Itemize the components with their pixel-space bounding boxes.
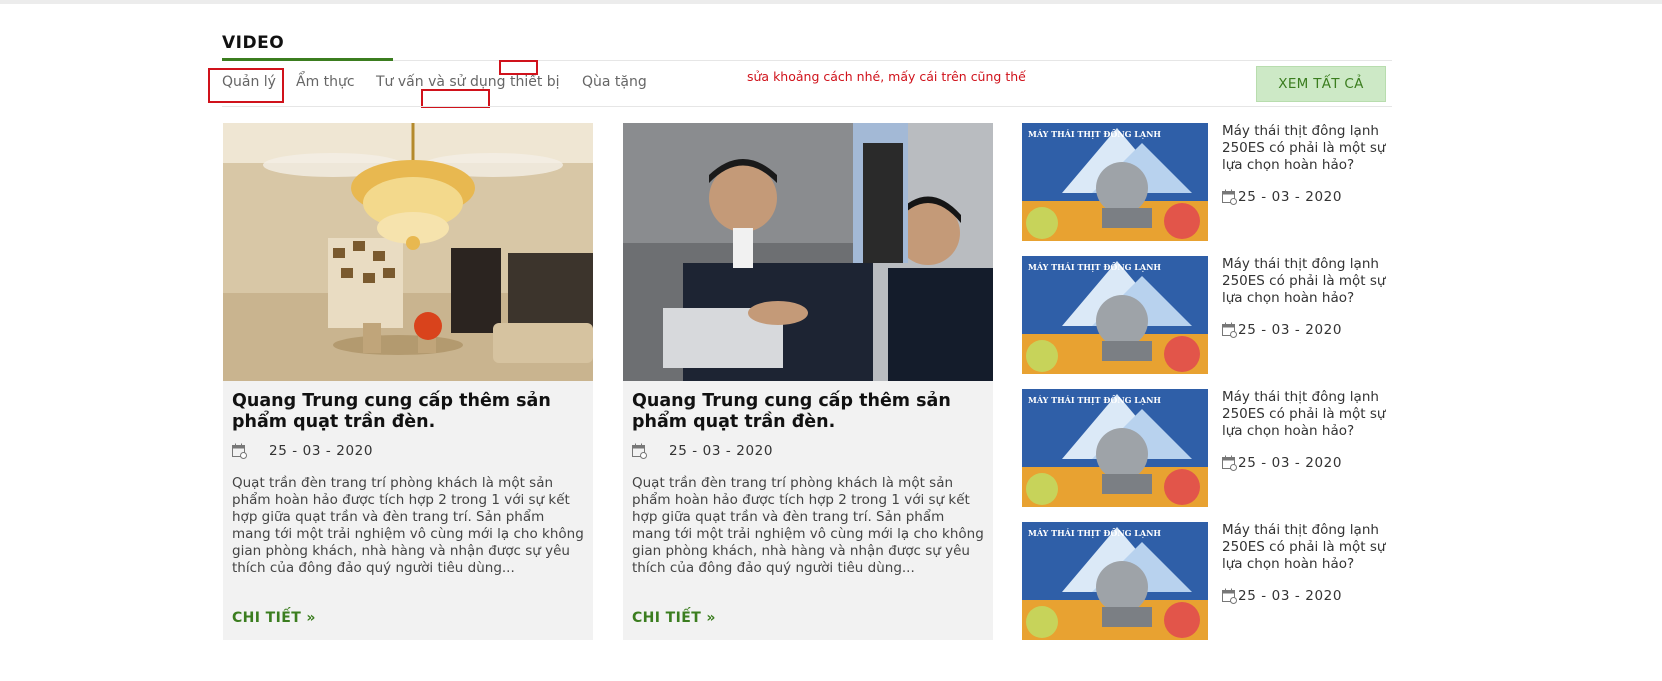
sidebar-item-title[interactable]: Máy thái thịt đông lạnh 250ES có phải là… — [1222, 256, 1392, 307]
annotation-box-tab — [208, 68, 284, 103]
read-more-link[interactable]: CHI TIẾT » — [632, 610, 716, 626]
sidebar-item-title[interactable]: Máy thái thịt đông lạnh 250ES có phải là… — [1222, 389, 1392, 440]
calendar-icon — [1222, 455, 1237, 471]
section-title: VIDEO — [222, 33, 285, 53]
title-underline-accent — [222, 58, 393, 61]
sidebar-item-date: 25 - 03 - 2020 — [1238, 322, 1343, 338]
sidebar-item-image[interactable]: MÁY THÁI THỊT ĐÔNG LẠNH — [1022, 389, 1208, 507]
calendar-icon — [1222, 189, 1237, 205]
tab-qua-tang[interactable]: Qùa tặng — [582, 74, 647, 90]
card-date-row: 25 - 03 - 2020 — [632, 443, 773, 459]
tabs-divider — [222, 106, 1392, 107]
sidebar-date-row: 25 - 03 - 2020 — [1222, 189, 1342, 205]
card-date-row: 25 - 03 - 2020 — [232, 443, 373, 459]
sidebar-date-row: 25 - 03 - 2020 — [1222, 455, 1342, 471]
card-title[interactable]: Quang Trung cung cấp thêm sản phẩm quạt … — [232, 391, 584, 433]
top-strip — [0, 0, 1662, 4]
card-title[interactable]: Quang Trung cung cấp thêm sản phẩm quạt … — [632, 391, 984, 433]
sidebar-item-date: 25 - 03 - 2020 — [1238, 189, 1343, 205]
title-divider — [222, 60, 1392, 61]
sidebar-image-caption: MÁY THÁI THỊT ĐÔNG LẠNH — [1028, 262, 1161, 272]
annotation-box-spacing-top — [499, 60, 538, 75]
featured-card: Quang Trung cung cấp thêm sản phẩm quạt … — [223, 123, 593, 640]
sidebar-item-date: 25 - 03 - 2020 — [1238, 588, 1343, 604]
sidebar-item-title[interactable]: Máy thái thịt đông lạnh 250ES có phải là… — [1222, 522, 1392, 573]
sidebar-news-item: MÁY THÁI THỊT ĐÔNG LẠNH Máy thái thịt đô… — [1022, 389, 1397, 507]
sidebar-news-item: MÁY THÁI THỊT ĐÔNG LẠNH Máy thái thịt đô… — [1022, 123, 1397, 241]
tab-am-thuc[interactable]: Ẩm thực — [296, 74, 355, 90]
card-image-meeting[interactable] — [623, 123, 993, 381]
sidebar-item-image[interactable]: MÁY THÁI THỊT ĐÔNG LẠNH — [1022, 123, 1208, 241]
sidebar-image-caption: MÁY THÁI THỊT ĐÔNG LẠNH — [1028, 528, 1161, 538]
sidebar-news-item: MÁY THÁI THỊT ĐÔNG LẠNH Máy thái thịt đô… — [1022, 256, 1397, 374]
view-all-button[interactable]: XEM TẤT CẢ — [1256, 66, 1386, 102]
annotation-note: sửa khoảng cách nhé, mấy cái trên cũng t… — [747, 69, 1026, 84]
sidebar-item-image[interactable]: MÁY THÁI THỊT ĐÔNG LẠNH — [1022, 256, 1208, 374]
sidebar-news-item: MÁY THÁI THỊT ĐÔNG LẠNH Máy thái thịt đô… — [1022, 522, 1397, 640]
calendar-icon — [232, 443, 247, 459]
card-excerpt: Quạt trần đèn trang trí phòng khách là m… — [232, 475, 584, 576]
card-image-chandelier[interactable] — [223, 123, 593, 381]
sidebar-image-caption: MÁY THÁI THỊT ĐÔNG LẠNH — [1028, 129, 1161, 139]
calendar-icon — [632, 443, 647, 459]
card-date: 25 - 03 - 2020 — [669, 443, 774, 459]
sidebar-item-title[interactable]: Máy thái thịt đông lạnh 250ES có phải là… — [1222, 123, 1392, 174]
read-more-link[interactable]: CHI TIẾT » — [232, 610, 316, 626]
card-excerpt: Quạt trần đèn trang trí phòng khách là m… — [632, 475, 984, 576]
featured-card: Quang Trung cung cấp thêm sản phẩm quạt … — [623, 123, 993, 640]
calendar-icon — [1222, 322, 1237, 338]
card-date: 25 - 03 - 2020 — [269, 443, 374, 459]
sidebar-item-image[interactable]: MÁY THÁI THỊT ĐÔNG LẠNH — [1022, 522, 1208, 640]
sidebar-image-caption: MÁY THÁI THỊT ĐÔNG LẠNH — [1028, 395, 1161, 405]
calendar-icon — [1222, 588, 1237, 604]
sidebar-date-row: 25 - 03 - 2020 — [1222, 588, 1342, 604]
sidebar-date-row: 25 - 03 - 2020 — [1222, 322, 1342, 338]
sidebar-item-date: 25 - 03 - 2020 — [1238, 455, 1343, 471]
tab-tu-van-su-dung-thiet-bi[interactable]: Tư vấn và sử dụng thiết bị — [376, 74, 560, 90]
